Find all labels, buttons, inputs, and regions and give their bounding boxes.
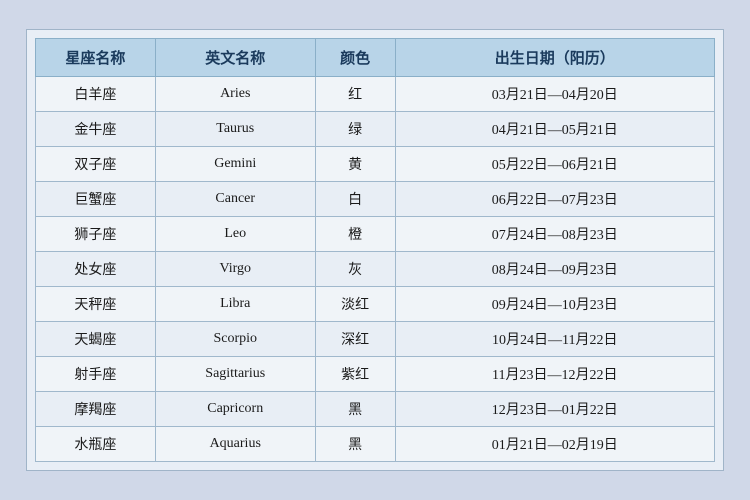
cell-date: 01月21日—02月19日 <box>395 427 714 462</box>
cell-en-name: Aries <box>155 77 315 112</box>
cell-en-name: Gemini <box>155 147 315 182</box>
cell-date: 08月24日—09月23日 <box>395 252 714 287</box>
cell-en-name: Scorpio <box>155 322 315 357</box>
cell-color: 白 <box>315 182 395 217</box>
cell-date: 11月23日—12月22日 <box>395 357 714 392</box>
cell-date: 09月24日—10月23日 <box>395 287 714 322</box>
cell-en-name: Taurus <box>155 112 315 147</box>
header-date: 出生日期（阳历） <box>395 39 714 77</box>
cell-cn-name: 射手座 <box>36 357 156 392</box>
table-header-row: 星座名称 英文名称 颜色 出生日期（阳历） <box>36 39 715 77</box>
table-row: 白羊座Aries红03月21日—04月20日 <box>36 77 715 112</box>
cell-date: 04月21日—05月21日 <box>395 112 714 147</box>
zodiac-table-container: 星座名称 英文名称 颜色 出生日期（阳历） 白羊座Aries红03月21日—04… <box>26 29 724 471</box>
cell-en-name: Leo <box>155 217 315 252</box>
cell-date: 06月22日—07月23日 <box>395 182 714 217</box>
cell-cn-name: 摩羯座 <box>36 392 156 427</box>
cell-cn-name: 狮子座 <box>36 217 156 252</box>
table-row: 双子座Gemini黄05月22日—06月21日 <box>36 147 715 182</box>
cell-color: 黄 <box>315 147 395 182</box>
cell-en-name: Cancer <box>155 182 315 217</box>
cell-cn-name: 白羊座 <box>36 77 156 112</box>
cell-color: 紫红 <box>315 357 395 392</box>
cell-color: 橙 <box>315 217 395 252</box>
cell-en-name: Sagittarius <box>155 357 315 392</box>
table-row: 狮子座Leo橙07月24日—08月23日 <box>36 217 715 252</box>
cell-date: 03月21日—04月20日 <box>395 77 714 112</box>
cell-en-name: Virgo <box>155 252 315 287</box>
table-row: 处女座Virgo灰08月24日—09月23日 <box>36 252 715 287</box>
cell-color: 红 <box>315 77 395 112</box>
cell-cn-name: 双子座 <box>36 147 156 182</box>
cell-color: 淡红 <box>315 287 395 322</box>
cell-color: 黑 <box>315 427 395 462</box>
cell-color: 绿 <box>315 112 395 147</box>
cell-date: 07月24日—08月23日 <box>395 217 714 252</box>
cell-date: 10月24日—11月22日 <box>395 322 714 357</box>
table-row: 摩羯座Capricorn黑12月23日—01月22日 <box>36 392 715 427</box>
cell-en-name: Capricorn <box>155 392 315 427</box>
cell-en-name: Aquarius <box>155 427 315 462</box>
cell-cn-name: 处女座 <box>36 252 156 287</box>
cell-color: 灰 <box>315 252 395 287</box>
table-row: 天蝎座Scorpio深红10月24日—11月22日 <box>36 322 715 357</box>
table-row: 金牛座Taurus绿04月21日—05月21日 <box>36 112 715 147</box>
zodiac-table: 星座名称 英文名称 颜色 出生日期（阳历） 白羊座Aries红03月21日—04… <box>35 38 715 462</box>
table-row: 水瓶座Aquarius黑01月21日—02月19日 <box>36 427 715 462</box>
table-row: 天秤座Libra淡红09月24日—10月23日 <box>36 287 715 322</box>
cell-cn-name: 水瓶座 <box>36 427 156 462</box>
header-en-name: 英文名称 <box>155 39 315 77</box>
table-row: 射手座Sagittarius紫红11月23日—12月22日 <box>36 357 715 392</box>
cell-cn-name: 天蝎座 <box>36 322 156 357</box>
cell-date: 12月23日—01月22日 <box>395 392 714 427</box>
cell-color: 黑 <box>315 392 395 427</box>
cell-cn-name: 金牛座 <box>36 112 156 147</box>
cell-cn-name: 巨蟹座 <box>36 182 156 217</box>
cell-en-name: Libra <box>155 287 315 322</box>
table-row: 巨蟹座Cancer白06月22日—07月23日 <box>36 182 715 217</box>
cell-color: 深红 <box>315 322 395 357</box>
header-cn-name: 星座名称 <box>36 39 156 77</box>
header-color: 颜色 <box>315 39 395 77</box>
cell-date: 05月22日—06月21日 <box>395 147 714 182</box>
cell-cn-name: 天秤座 <box>36 287 156 322</box>
